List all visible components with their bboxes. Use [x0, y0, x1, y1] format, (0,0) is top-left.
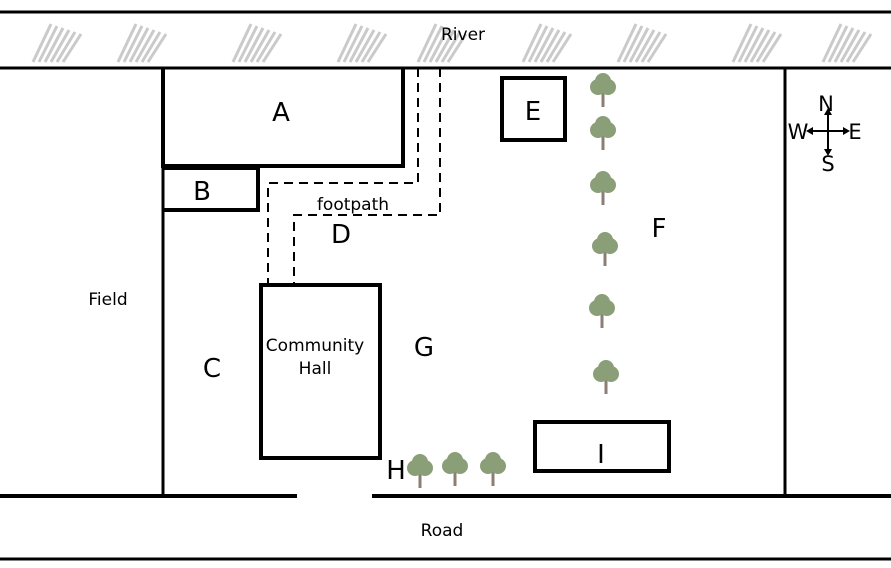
label-d: D [331, 220, 351, 250]
reed-icon [116, 23, 168, 63]
hall-label-2: Hall [299, 359, 332, 379]
road-label: Road [421, 521, 464, 541]
tree-icon [590, 73, 616, 107]
label-a: A [272, 98, 290, 128]
tree-icon [480, 452, 506, 486]
tree-icon [590, 116, 616, 150]
reed-icon [616, 23, 668, 63]
river-label: River [441, 25, 485, 45]
label-g: G [414, 333, 434, 363]
compass-n: N [818, 92, 834, 116]
compass: N S W E [788, 92, 862, 176]
reed-icon [521, 23, 573, 63]
reed-icon [731, 23, 783, 63]
reed-icon [821, 23, 873, 63]
footpath-edge-1 [267, 68, 419, 285]
river: River [0, 10, 891, 70]
label-f: F [652, 214, 667, 244]
tree-icon [407, 454, 433, 488]
reed-icon [336, 23, 388, 63]
tree-icon [589, 294, 615, 328]
trees [407, 73, 619, 488]
reed-icon [231, 23, 283, 63]
label-e: E [525, 97, 541, 127]
reed-icon [31, 23, 83, 63]
tree-icon [593, 360, 619, 394]
field-label: Field [88, 290, 127, 310]
hall-label-1: Community [266, 336, 364, 356]
compass-w: W [788, 120, 809, 144]
tree-icon [442, 452, 468, 486]
road: Road [0, 494, 891, 561]
site-map: River Road Field A B E Community Hall I … [0, 10, 891, 561]
label-i: I [597, 440, 605, 470]
label-h: H [386, 456, 406, 486]
tree-icon [592, 232, 618, 266]
compass-s: S [821, 152, 834, 176]
compass-e: E [848, 120, 861, 144]
label-c: C [203, 354, 221, 384]
footpath-label: footpath [317, 195, 389, 215]
tree-icon [590, 171, 616, 205]
label-b: B [193, 177, 211, 207]
